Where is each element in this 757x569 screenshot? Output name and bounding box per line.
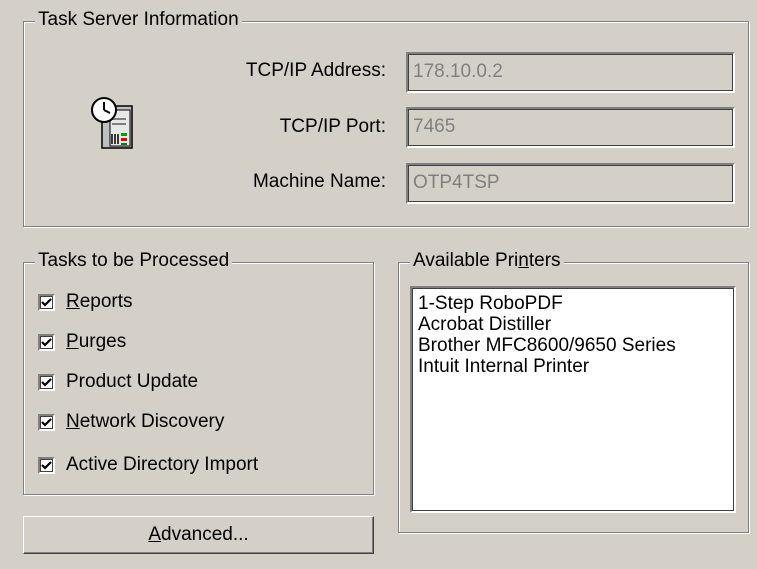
group-title: Task Server Information (35, 9, 242, 31)
reports-checkbox[interactable]: Reports (38, 290, 133, 314)
list-item[interactable]: Brother MFC8600/9650 Series (418, 335, 734, 356)
reports-label: Reports (66, 291, 133, 312)
check-icon[interactable] (38, 373, 55, 391)
printers-listbox[interactable]: 1-Step RoboPDF Acrobat Distiller Brother… (410, 286, 736, 513)
tcpip-address-field[interactable]: 178.10.0.2 (406, 52, 735, 93)
check-icon[interactable] (38, 333, 55, 351)
list-item[interactable]: Acrobat Distiller (418, 314, 734, 335)
tcpip-port-field[interactable]: 7465 (406, 107, 735, 148)
check-icon[interactable] (38, 413, 55, 431)
advanced-button[interactable]: Advanced... (23, 516, 374, 554)
machine-name-label: Machine Name: (252, 171, 386, 192)
active-directory-import-checkbox[interactable]: Active Directory Import (38, 453, 258, 477)
group-title: Available Printers (410, 250, 564, 272)
tcpip-port-label: TCP/IP Port: (279, 116, 386, 137)
purges-label: Purges (66, 331, 127, 352)
list-item[interactable]: Intuit Internal Printer (418, 356, 734, 377)
check-icon[interactable] (38, 293, 55, 311)
tcpip-address-label: TCP/IP Address: (245, 60, 386, 81)
machine-name-field[interactable]: OTP4TSP (406, 163, 735, 204)
check-icon[interactable] (38, 456, 55, 474)
purges-checkbox[interactable]: Purges (38, 330, 126, 354)
product-update-label: Product Update (66, 371, 199, 392)
product-update-checkbox[interactable]: Product Update (38, 370, 198, 394)
list-item[interactable]: 1-Step RoboPDF (418, 293, 734, 314)
active-directory-import-label: Active Directory Import (66, 454, 259, 475)
network-discovery-label: Network Discovery (66, 411, 225, 432)
group-title: Tasks to be Processed (35, 250, 233, 272)
network-discovery-checkbox[interactable]: Network Discovery (38, 410, 224, 434)
